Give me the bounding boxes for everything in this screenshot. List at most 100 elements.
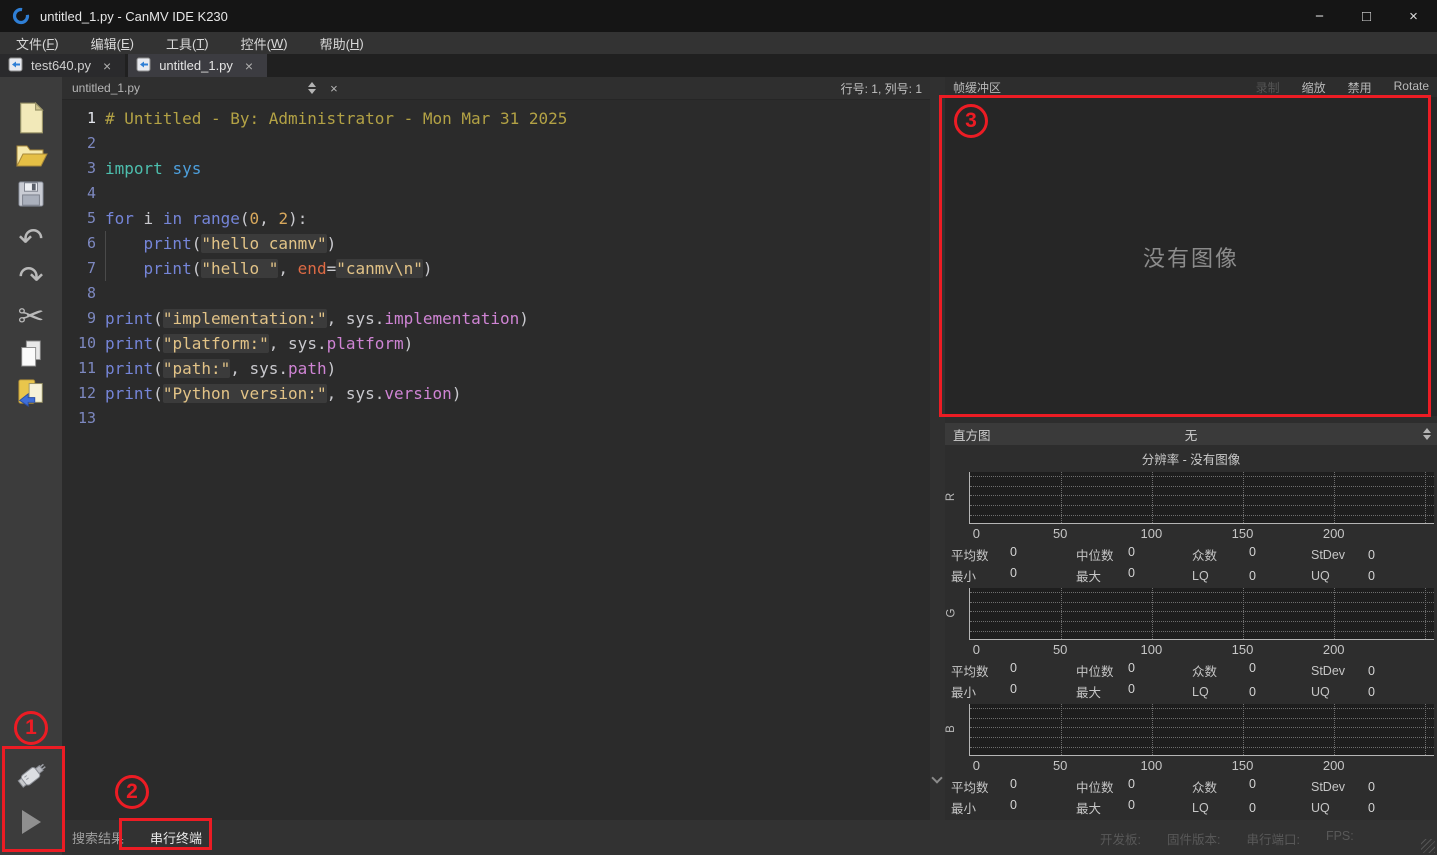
frame-buffer-button-3[interactable]: Rotate: [1394, 79, 1429, 96]
stat-label: LQ: [1192, 569, 1249, 583]
channel-block-B: B050100150200平均数0中位数0众数0StDev0最小0最大0LQ0U…: [945, 702, 1437, 818]
frame-buffer-button-2[interactable]: 禁用: [1348, 79, 1372, 96]
cursor-position-status: 行号: 1, 列号: 1: [841, 80, 922, 97]
stat-最大: 最大0: [1076, 682, 1192, 701]
save-file-button[interactable]: [9, 175, 53, 213]
gridline-h: [970, 611, 1434, 612]
redo-button[interactable]: ↷: [9, 259, 53, 297]
code-line: 13: [62, 406, 930, 431]
stat-UQ: UQ0: [1311, 685, 1437, 699]
line-number: 11: [62, 356, 96, 381]
tab-label: untitled_1.py: [159, 58, 233, 73]
x-tick-label: 200: [1323, 758, 1345, 773]
stat-value: 0: [1128, 545, 1135, 564]
menu-item-1[interactable]: 编辑(E): [75, 32, 150, 54]
code-line: 12 print("Python version:", sys.version): [62, 381, 930, 406]
frame-buffer-header: 帧缓冲区 录制缩放禁用Rotate: [945, 77, 1437, 97]
stat-label: 最大: [1076, 566, 1128, 585]
code-text: print("Python version:", sys.version): [105, 381, 461, 406]
line-number: 10: [62, 331, 96, 356]
menu-item-2[interactable]: 工具(T): [150, 32, 225, 54]
document-tab-1[interactable]: untitled_1.py ×: [128, 54, 267, 77]
code-text: import sys: [105, 156, 201, 181]
stats-row: 最小0最大0LQ0UQ0: [951, 797, 1437, 818]
code-line: 5for i in range(0, 2):: [62, 206, 930, 231]
resolution-status: 分辨率 - 没有图像: [945, 449, 1437, 468]
stat-label: 最小: [951, 566, 1010, 585]
frame-buffer-button-1[interactable]: 缩放: [1302, 79, 1326, 96]
code-text: print("hello ", end="canmv\n"): [105, 256, 433, 281]
editor-close-icon[interactable]: ×: [330, 81, 338, 96]
new-file-button[interactable]: [9, 99, 53, 137]
redo-icon: ↷: [18, 263, 43, 293]
stat-value: 0: [1128, 682, 1135, 701]
x-tick-label: 100: [1140, 758, 1162, 773]
stats-row: 最小0最大0LQ0UQ0: [951, 565, 1437, 586]
maximize-button[interactable]: □: [1343, 0, 1390, 32]
stat-value: 0: [1368, 548, 1375, 562]
document-tab-0[interactable]: test640.py×: [0, 54, 125, 77]
code-line: 6 print("hello canmv"): [62, 231, 930, 256]
tab-close-icon[interactable]: ×: [99, 58, 115, 74]
code-editor[interactable]: 1# Untitled - By: Administrator - Mon Ma…: [62, 100, 930, 820]
gridline-v: [1425, 472, 1426, 523]
copy-button[interactable]: [9, 335, 53, 373]
x-tick-label: 100: [1140, 642, 1162, 657]
line-number: 2: [62, 131, 96, 156]
editor-header: untitled_1.py × 行号: 1, 列号: 1: [62, 77, 930, 100]
stat-label: LQ: [1192, 685, 1249, 699]
stat-label: UQ: [1311, 569, 1368, 583]
x-tick-label: 100: [1140, 526, 1162, 541]
close-button[interactable]: ×: [1390, 0, 1437, 32]
resize-grip[interactable]: [1421, 839, 1435, 853]
x-tick-label: 0: [973, 642, 980, 657]
menu-item-4[interactable]: 帮助(H): [304, 32, 380, 54]
stat-LQ: LQ0: [1192, 801, 1311, 815]
line-number: 12: [62, 381, 96, 406]
gridline-h: [970, 495, 1434, 496]
line-number: 3: [62, 156, 96, 181]
document-tab-bar: test640.py× untitled_1.py ×: [0, 54, 1437, 77]
stat-label: UQ: [1311, 685, 1368, 699]
stat-value: 0: [1249, 777, 1256, 796]
menu-item-0[interactable]: 文件(F): [0, 32, 75, 54]
stat-label: LQ: [1192, 801, 1249, 815]
status-label-3: FPS:: [1326, 829, 1354, 848]
gridline-v: [1334, 588, 1335, 639]
stat-中位数: 中位数0: [1076, 545, 1192, 564]
status-label-0: 开发板:: [1100, 829, 1141, 848]
paste-button[interactable]: [9, 373, 53, 411]
histogram-colorspace-select[interactable]: 无: [945, 425, 1437, 444]
code-line: 9print("implementation:", sys.implementa…: [62, 306, 930, 331]
gridline-h: [970, 515, 1434, 516]
file-switcher-spinner-icon[interactable]: [308, 82, 316, 94]
stat-value: 0: [1128, 661, 1135, 680]
open-file-button[interactable]: [9, 137, 53, 175]
scroll-down-icon[interactable]: [931, 772, 942, 783]
stat-最大: 最大0: [1076, 566, 1192, 585]
stats-row: 平均数0中位数0众数0StDev0: [951, 776, 1437, 797]
minimize-button[interactable]: −: [1296, 0, 1343, 32]
stat-label: 最小: [951, 798, 1010, 817]
stat-LQ: LQ0: [1192, 685, 1311, 699]
line-number: 13: [62, 406, 96, 431]
histogram-header[interactable]: 无 直方图: [945, 423, 1437, 445]
plot-area: [969, 472, 1434, 524]
gridline-h: [970, 505, 1434, 506]
stat-value: 0: [1249, 685, 1256, 699]
tab-close-icon[interactable]: ×: [241, 58, 257, 74]
stat-众数: 众数0: [1192, 661, 1311, 680]
gridline-v: [1152, 588, 1153, 639]
cut-icon: ✂: [18, 300, 45, 332]
x-axis-ticks: 050100150200: [969, 758, 1434, 776]
open-folder-icon: [14, 141, 48, 171]
code-text: print("path:", sys.path): [105, 356, 336, 381]
menu-bar: 文件(F)编辑(E)工具(T)控件(W)帮助(H): [0, 32, 1437, 54]
code-text: print("hello canmv"): [105, 231, 336, 256]
histogram-title: 直方图: [953, 425, 991, 444]
save-icon: [17, 180, 45, 208]
cut-button[interactable]: ✂: [9, 297, 53, 335]
undo-button[interactable]: ↶: [9, 221, 53, 259]
annotation-rect-1: [2, 746, 65, 852]
menu-item-3[interactable]: 控件(W): [225, 32, 304, 54]
